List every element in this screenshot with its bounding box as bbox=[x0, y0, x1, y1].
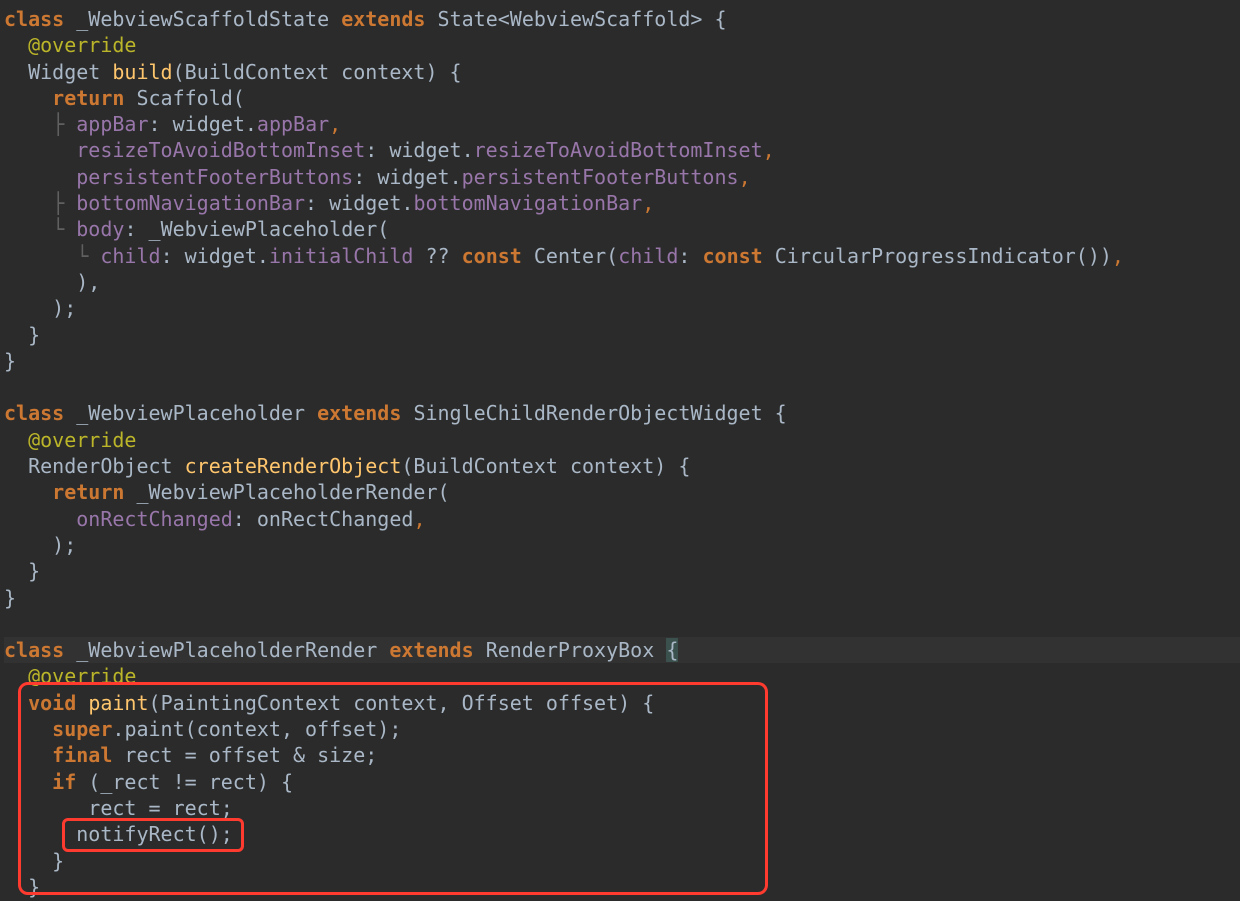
code-line: void paint(PaintingContext context, Offs… bbox=[4, 691, 654, 715]
code-line: return _WebviewPlaceholderRender( bbox=[4, 480, 450, 504]
code-line: } bbox=[4, 875, 40, 899]
code-line: final rect = offset & size; bbox=[4, 743, 377, 767]
code-line: notifyRect(); bbox=[4, 822, 233, 846]
code-editor[interactable]: class _WebviewScaffoldState extends Stat… bbox=[0, 0, 1240, 900]
code-line: └ child: widget.initialChild ?? const Ce… bbox=[4, 244, 1124, 268]
code-line: if (_rect != rect) { bbox=[4, 770, 293, 794]
code-line: } bbox=[4, 559, 40, 583]
code-line: ); bbox=[4, 296, 76, 320]
code-line: persistentFooterButtons: widget.persiste… bbox=[4, 165, 751, 189]
code-line: @override bbox=[4, 428, 136, 452]
code-line: ├ appBar: widget.appBar, bbox=[4, 112, 341, 136]
code-line-current: class _WebviewPlaceholderRender extends … bbox=[4, 637, 1240, 663]
code-line: ), bbox=[4, 270, 100, 294]
code-line: resizeToAvoidBottomInset: widget.resizeT… bbox=[4, 138, 775, 162]
code-line: ├ bottomNavigationBar: widget.bottomNavi… bbox=[4, 191, 654, 215]
code-line: } bbox=[4, 586, 16, 610]
code-line: Widget build(BuildContext context) { bbox=[4, 60, 462, 84]
code-line: } bbox=[4, 849, 64, 873]
code-line: onRectChanged: onRectChanged, bbox=[4, 507, 425, 531]
code-line: ); bbox=[4, 533, 76, 557]
code-line: @override bbox=[4, 33, 136, 57]
code-line: class _WebviewPlaceholder extends Single… bbox=[4, 401, 787, 425]
code-line: class _WebviewScaffoldState extends Stat… bbox=[4, 7, 727, 31]
code-line: @override bbox=[4, 664, 136, 688]
code-line: _rect = rect; bbox=[4, 796, 233, 820]
code-line: } bbox=[4, 323, 40, 347]
code-line: └ body: _WebviewPlaceholder( bbox=[4, 217, 389, 241]
code-line: RenderObject createRenderObject(BuildCon… bbox=[4, 454, 690, 478]
code-line: return Scaffold( bbox=[4, 86, 245, 110]
code-line: } bbox=[4, 349, 16, 373]
code-line: super.paint(context, offset); bbox=[4, 717, 401, 741]
